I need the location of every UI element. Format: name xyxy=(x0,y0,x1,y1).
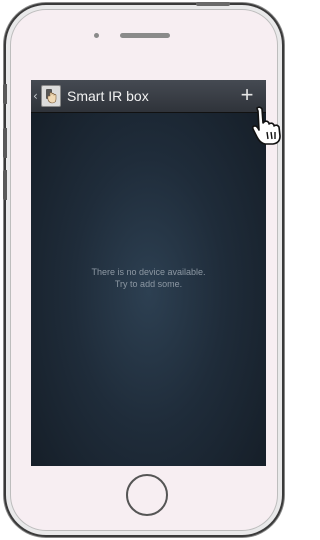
volume-up-button xyxy=(3,128,7,158)
volume-down-button xyxy=(3,170,7,200)
chevron-left-icon[interactable]: ‹ xyxy=(33,89,40,103)
hand-remote-icon xyxy=(46,89,57,104)
pointing-hand-cursor-icon xyxy=(251,106,281,145)
empty-state-line-1: There is no device available. xyxy=(91,267,206,277)
power-button xyxy=(196,2,230,6)
add-device-button[interactable]: + xyxy=(236,84,258,106)
home-button[interactable] xyxy=(126,474,168,516)
empty-state-line-2: Try to add some. xyxy=(114,279,183,289)
action-bar: ‹ Smart IR box + xyxy=(31,80,266,113)
app-title: Smart IR box xyxy=(67,88,149,104)
earpiece-speaker xyxy=(120,33,170,38)
mute-switch xyxy=(3,84,7,104)
app-screen: ‹ Smart IR box + There is no device avai… xyxy=(31,80,266,466)
empty-state-message: There is no device available. Try to add… xyxy=(31,266,266,290)
front-camera xyxy=(94,33,99,38)
app-icon[interactable] xyxy=(41,85,61,107)
